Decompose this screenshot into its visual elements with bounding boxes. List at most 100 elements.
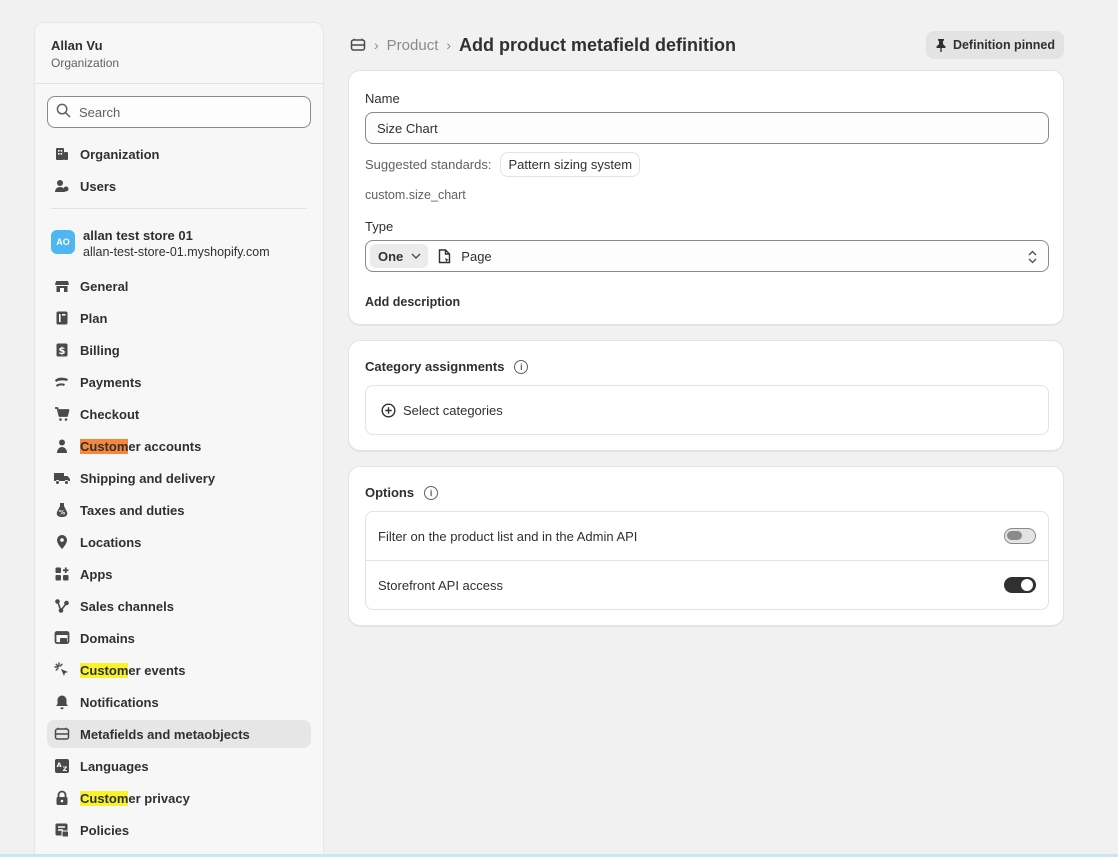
- sidebar-item-label: Apps: [80, 566, 113, 582]
- cart-icon: [53, 405, 71, 423]
- sidebar-item-plan[interactable]: Plan: [47, 304, 311, 332]
- sidebar-item-customer-accounts[interactable]: Customer accounts: [47, 432, 311, 460]
- pin-label: Definition pinned: [952, 38, 1056, 52]
- sidebar-item-label: Checkout: [80, 406, 140, 422]
- sidebar-item-label: Customer accounts: [80, 438, 202, 454]
- type-label: Type: [365, 219, 394, 234]
- select-arrows-icon: [1028, 250, 1037, 264]
- sidebar-divider: [51, 208, 307, 209]
- name-label: Name: [365, 91, 400, 106]
- definition-pinned-button[interactable]: Definition pinned: [926, 31, 1064, 59]
- search-icon: [56, 103, 71, 121]
- building-icon: [53, 145, 71, 163]
- options-title: Options: [365, 485, 415, 500]
- add-description-link[interactable]: Add description: [365, 295, 460, 309]
- search-highlight: Custom: [80, 438, 129, 454]
- sidebar-item-label: Taxes and duties: [80, 502, 185, 518]
- label-remainder: er privacy: [128, 790, 190, 806]
- sidebar-item-taxes[interactable]: % Taxes and duties: [47, 496, 311, 524]
- search-input[interactable]: [79, 104, 279, 120]
- page-title: Add product metafield definition: [459, 34, 737, 55]
- plus-circle-icon: [381, 402, 396, 418]
- sidebar-item-label: Sales channels: [80, 598, 174, 614]
- sidebar-item-label: Users: [80, 178, 117, 194]
- store-name: allan test store 01: [83, 228, 193, 243]
- option-row-storefront: Storefront API access: [366, 561, 1048, 610]
- sidebar-item-general[interactable]: General: [47, 272, 311, 300]
- sidebar-item-notifications[interactable]: Notifications: [47, 688, 311, 716]
- person-icon: [53, 437, 71, 455]
- sidebar-item-sales-channels[interactable]: Sales channels: [47, 592, 311, 620]
- truck-icon: [53, 469, 71, 487]
- sidebar-item-locations[interactable]: Locations: [47, 528, 311, 556]
- suggested-standards-label: Suggested standards:: [365, 157, 492, 172]
- sidebar-item-payments[interactable]: Payments: [47, 368, 311, 396]
- option-row-filter: Filter on the product list and in the Ad…: [366, 512, 1048, 561]
- apps-icon: [53, 565, 71, 583]
- suggested-standard-pill[interactable]: Pattern sizing system: [500, 152, 641, 177]
- label-remainder: er events: [128, 662, 186, 678]
- type-count-select[interactable]: One: [370, 244, 429, 268]
- sidebar-item-label: Billing: [80, 342, 120, 358]
- organization-header[interactable]: Allan Vu Organization: [35, 23, 323, 84]
- billing-icon: $: [53, 341, 71, 359]
- option-label: Filter on the product list and in the Ad…: [378, 529, 638, 544]
- select-categories-label: Select categories: [403, 402, 503, 418]
- policies-icon: [53, 821, 71, 839]
- svg-text:Z: Z: [63, 765, 68, 773]
- option-label: Storefront API access: [378, 578, 504, 593]
- label-remainder: er accounts: [128, 438, 202, 454]
- sidebar-item-policies[interactable]: Policies: [47, 816, 311, 844]
- breadcrumb-product[interactable]: Product: [387, 37, 439, 54]
- filter-toggle[interactable]: [1004, 528, 1036, 544]
- organization-type: Organization: [51, 56, 120, 70]
- svg-text:$: $: [59, 346, 66, 357]
- chevron-right-icon: ›: [374, 37, 379, 53]
- name-value: Size Chart: [377, 120, 438, 136]
- chevron-right-icon: ›: [446, 37, 452, 53]
- plan-icon: [53, 309, 71, 327]
- sidebar-item-label: Plan: [80, 310, 108, 326]
- sidebar-item-apps[interactable]: Apps: [47, 560, 311, 588]
- sidebar-item-label: Shipping and delivery: [80, 470, 216, 486]
- metafields-icon[interactable]: [350, 37, 366, 53]
- settings-sidebar: Allan Vu Organization Organization Users…: [34, 22, 324, 857]
- pin-icon: [935, 38, 947, 52]
- store-icon: [53, 277, 71, 295]
- sidebar-item-label: General: [80, 278, 129, 294]
- sidebar-item-label: Organization: [80, 146, 160, 162]
- domains-icon: [53, 629, 71, 647]
- store-url: allan-test-store-01.myshopify.com: [83, 245, 270, 259]
- storefront-api-toggle[interactable]: [1004, 577, 1036, 593]
- options-list: Filter on the product list and in the Ad…: [365, 511, 1049, 610]
- info-icon[interactable]: i: [424, 485, 439, 500]
- sidebar-item-shipping[interactable]: Shipping and delivery: [47, 464, 311, 492]
- sidebar-item-customer-privacy[interactable]: Customer privacy: [47, 784, 311, 812]
- organization-name: Allan Vu: [51, 38, 103, 53]
- sidebar-item-domains[interactable]: Domains: [47, 624, 311, 652]
- sidebar-item-users[interactable]: Users: [47, 172, 311, 200]
- select-categories-button[interactable]: Select categories: [365, 385, 1049, 435]
- sidebar-item-label: Notifications: [80, 694, 159, 710]
- definition-card: Name Size Chart Suggested standards: Pat…: [348, 70, 1064, 325]
- store-switcher[interactable]: AO allan test store 01 allan-test-store-…: [51, 228, 270, 259]
- sidebar-item-label: Domains: [80, 630, 135, 646]
- search-highlight: Custom: [80, 662, 129, 678]
- svg-text:%: %: [59, 510, 65, 517]
- sidebar-item-metafields[interactable]: Metafields and metaobjects: [47, 720, 311, 748]
- location-icon: [53, 533, 71, 551]
- search-box[interactable]: [47, 96, 311, 128]
- type-select[interactable]: One Page: [365, 240, 1049, 272]
- sidebar-item-checkout[interactable]: Checkout: [47, 400, 311, 428]
- sidebar-item-languages[interactable]: AZ Languages: [47, 752, 311, 780]
- namespace-key[interactable]: custom.size_chart: [365, 188, 466, 202]
- info-icon[interactable]: i: [514, 359, 529, 374]
- sidebar-item-organization[interactable]: Organization: [47, 140, 311, 168]
- sidebar-item-customer-events[interactable]: Customer events: [47, 656, 311, 684]
- sidebar-item-label: Customer privacy: [80, 790, 190, 806]
- category-assignments-title: Category assignments: [365, 359, 505, 374]
- name-field[interactable]: Size Chart: [365, 112, 1049, 144]
- breadcrumb: › Product › Add product metafield defini…: [350, 33, 736, 57]
- sidebar-item-billing[interactable]: $ Billing: [47, 336, 311, 364]
- metafields-icon: [53, 725, 71, 743]
